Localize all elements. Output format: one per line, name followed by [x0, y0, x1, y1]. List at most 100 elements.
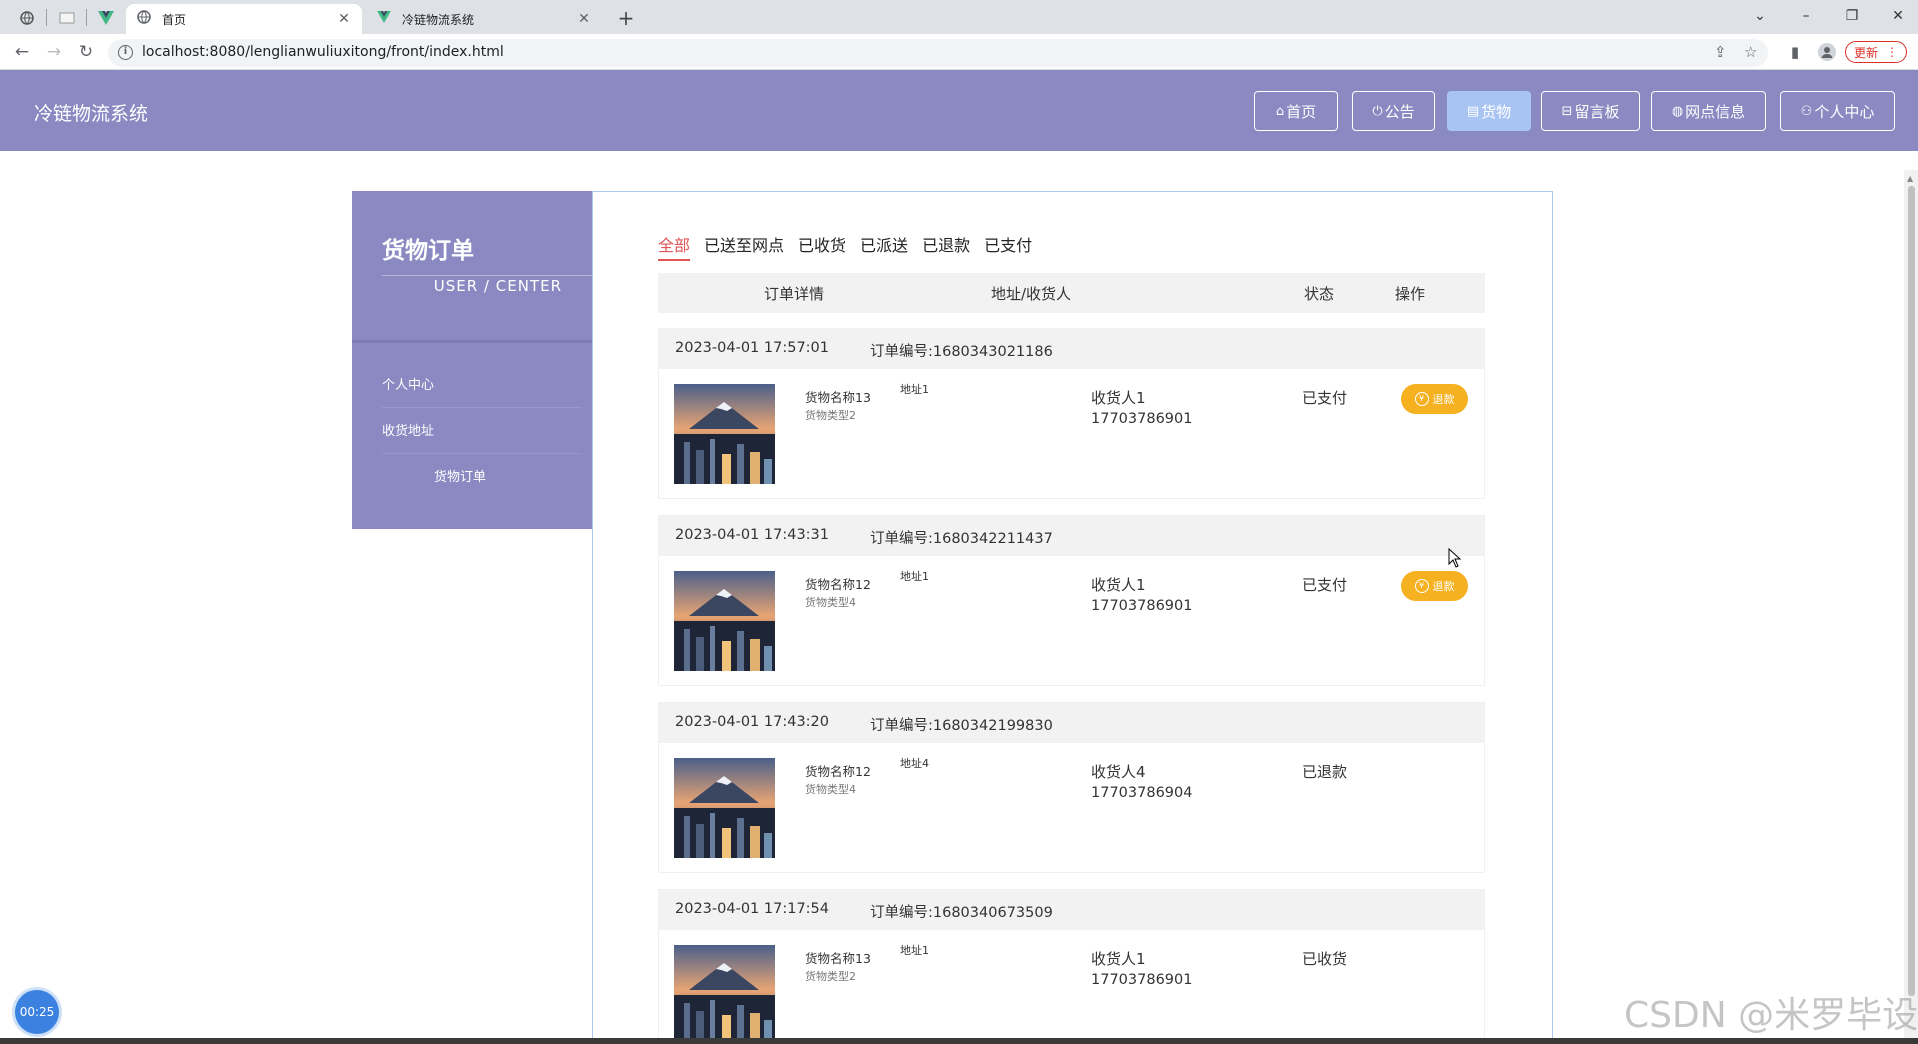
tab-home[interactable]: 首页 ✕ — [126, 4, 362, 34]
user-icon: ⚇ — [1800, 103, 1813, 119]
box-icon: ▤ — [1466, 103, 1480, 119]
watermark: CSDN @米罗毕设 — [1624, 995, 1918, 1036]
goods-name: 货物名称12 — [805, 577, 871, 592]
nav-profile-button[interactable]: ⚇ 个人中心 — [1780, 91, 1895, 131]
goods-type: 货物类型2 — [805, 970, 856, 983]
order-card: 2023-04-01 17:43:20 订单编号:1680342199830 货… — [658, 702, 1485, 873]
profile-icon[interactable] — [1816, 41, 1838, 63]
goods-image[interactable] — [674, 945, 775, 1044]
filter-paid[interactable]: 已支付 — [984, 232, 1032, 261]
address-toolbar: ← → ↻ i localhost:8080/lenglianwuliuxito… — [0, 34, 1918, 70]
refund-label: 退款 — [1432, 580, 1455, 593]
page-scrollbar[interactable]: ▲ — [1904, 170, 1918, 1044]
order-date: 2023-04-01 17:57:01 — [675, 340, 829, 356]
message-icon: ⊟ — [1561, 103, 1573, 119]
goods-type: 货物类型2 — [805, 409, 856, 422]
restore-icon[interactable]: ❐ — [1832, 2, 1872, 30]
order-status: 已收货 — [1302, 950, 1348, 968]
col-address-receiver: 地址/收货人 — [991, 285, 1072, 303]
sidebar-item-profile[interactable]: 个人中心 — [382, 364, 582, 408]
reload-icon[interactable]: ↻ — [74, 40, 98, 64]
order-number: 订单编号:1680343021186 — [870, 344, 1053, 360]
power-icon: ⏻ — [1372, 103, 1383, 119]
address-bar[interactable]: i localhost:8080/lenglianwuliuxitong/fro… — [108, 39, 1768, 67]
sidebar-item-address[interactable]: 收货地址 — [382, 410, 582, 454]
goods-image[interactable] — [674, 571, 775, 671]
sidebar-subtitle: USER / CENTER — [433, 277, 562, 295]
browser-tab-strip: 首页 ✕ 冷链物流系统 ✕ + ⌄ – ❐ ✕ — [0, 0, 1918, 34]
receiver-phone: 17703786901 — [1091, 598, 1193, 614]
filter-refunded[interactable]: 已退款 — [922, 232, 970, 261]
order-status: 已支付 — [1302, 576, 1348, 594]
globe-icon — [136, 10, 152, 28]
filter-received[interactable]: 已收货 — [798, 232, 846, 261]
forward-icon[interactable]: → — [42, 40, 66, 64]
close-window-icon[interactable]: ✕ — [1878, 2, 1918, 30]
bookmark-star-icon[interactable]: ☆ — [1744, 43, 1757, 61]
sidebar-divider — [382, 275, 592, 276]
receiver-name: 收货人1 — [1091, 576, 1146, 594]
sidebar-title: 货物订单 — [382, 238, 474, 264]
col-status: 状态 — [1304, 285, 1335, 303]
col-order-detail: 订单详情 — [764, 285, 825, 303]
vue-logo-icon[interactable] — [92, 5, 120, 31]
scrollbar-thumb[interactable] — [1908, 186, 1915, 996]
nav-outlets-button[interactable]: ◍ 网点信息 — [1651, 91, 1766, 131]
filter-all[interactable]: 全部 — [658, 232, 691, 261]
sidebar-item-orders[interactable]: 货物订单 — [382, 456, 582, 500]
tab-separator — [86, 9, 87, 26]
order-number: 订单编号:1680342211437 — [870, 531, 1053, 547]
goods-address: 地址1 — [900, 383, 929, 396]
nav-label: 个人中心 — [1814, 102, 1875, 121]
scroll-up-icon[interactable]: ▲ — [1907, 174, 1913, 183]
nav-home-button[interactable]: ⌂ 首页 — [1254, 91, 1338, 131]
tab-separator — [46, 9, 47, 26]
url-text: localhost:8080/lenglianwuliuxitong/front… — [142, 44, 504, 60]
nav-notice-button[interactable]: ⏻ 公告 — [1352, 91, 1435, 131]
back-icon[interactable]: ← — [10, 40, 34, 64]
goods-image[interactable] — [674, 758, 775, 858]
yen-icon: ¥ — [1414, 392, 1429, 406]
goods-type: 货物类型4 — [805, 596, 856, 609]
tab-title: 冷链物流系统 — [402, 12, 475, 27]
goods-address: 地址1 — [900, 944, 929, 957]
mouse-cursor-icon — [1448, 547, 1462, 572]
nav-label: 首页 — [1286, 102, 1317, 121]
order-date: 2023-04-01 17:43:20 — [675, 714, 829, 730]
order-card: 2023-04-01 17:17:54 订单编号:1680340673509 货… — [658, 889, 1485, 1044]
goods-type: 货物类型4 — [805, 783, 856, 796]
side-panel-icon[interactable]: ▮ — [1784, 41, 1806, 63]
taskbar-strip — [0, 1038, 1918, 1044]
info-icon[interactable]: i — [118, 45, 133, 60]
order-card: 2023-04-01 17:57:01 订单编号:1680343021186 货… — [658, 328, 1485, 499]
yen-icon: ¥ — [1414, 579, 1429, 593]
update-button[interactable]: 更新 ⋮ — [1845, 41, 1907, 63]
goods-name: 货物名称13 — [805, 390, 871, 405]
share-icon[interactable]: ⇪ — [1714, 43, 1727, 61]
blank-page-icon[interactable] — [53, 5, 81, 31]
col-actions: 操作 — [1395, 285, 1426, 303]
refund-button[interactable]: ¥ 退款 — [1401, 384, 1468, 414]
nav-goods-button[interactable]: ▤ 货物 — [1447, 91, 1531, 131]
globe-icon: ◍ — [1671, 103, 1684, 119]
minimize-icon[interactable]: – — [1786, 2, 1826, 30]
new-tab-button[interactable]: + — [613, 5, 639, 31]
goods-name: 货物名称12 — [805, 764, 871, 779]
globe-icon[interactable] — [13, 5, 41, 31]
close-icon[interactable]: ✕ — [576, 11, 592, 27]
tab-search-icon[interactable]: ⌄ — [1740, 2, 1780, 30]
nav-message-board-button[interactable]: ⊟ 留言板 — [1541, 91, 1640, 131]
goods-name: 货物名称13 — [805, 951, 871, 966]
order-card: 2023-04-01 17:43:31 订单编号:1680342211437 货… — [658, 515, 1485, 686]
orders-panel: 全部 已送至网点 已收货 已派送 已退款 已支付 订单详情 地址/收货人 状态 … — [592, 191, 1553, 1044]
refund-label: 退款 — [1432, 393, 1455, 406]
filter-dispatched[interactable]: 已派送 — [860, 232, 908, 261]
orders-table-header: 订单详情 地址/收货人 状态 操作 — [658, 273, 1485, 313]
goods-image[interactable] — [674, 384, 775, 484]
filter-delivered-to-outlet[interactable]: 已送至网点 — [704, 232, 784, 261]
update-label: 更新 — [1853, 45, 1878, 60]
close-icon[interactable]: ✕ — [336, 11, 352, 27]
tab-lenglian[interactable]: 冷链物流系统 ✕ — [366, 4, 602, 34]
refund-button[interactable]: ¥ 退款 — [1401, 571, 1468, 601]
goods-address: 地址4 — [900, 757, 929, 770]
